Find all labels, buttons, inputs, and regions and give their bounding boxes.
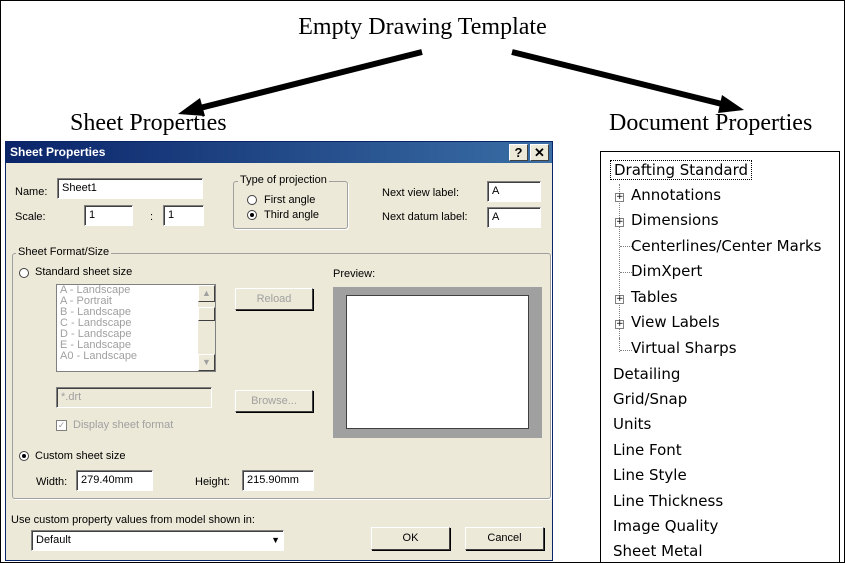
first-angle-radio[interactable]: [247, 195, 257, 205]
expand-plus-icon[interactable]: +: [615, 218, 624, 227]
name-input[interactable]: Sheet1: [57, 178, 203, 199]
cancel-button[interactable]: Cancel: [465, 527, 544, 550]
help-button[interactable]: ?: [509, 144, 528, 161]
tree-item-sheet-metal[interactable]: Sheet Metal: [613, 542, 703, 560]
sheet-size-list[interactable]: A - Landscape A - Portrait B - Landscape…: [56, 284, 216, 372]
next-view-input[interactable]: A: [487, 181, 541, 202]
scroll-thumb[interactable]: [198, 307, 215, 321]
tree-item-dimxpert[interactable]: DimXpert: [631, 262, 702, 280]
next-datum-input[interactable]: A: [487, 207, 541, 228]
expand-plus-icon[interactable]: +: [615, 295, 624, 304]
tree-item-centerlines[interactable]: Centerlines/Center Marks: [631, 237, 821, 255]
browse-button[interactable]: Browse...: [235, 390, 313, 412]
next-view-label: Next view label:: [382, 187, 460, 199]
scroll-down-icon[interactable]: ▼: [198, 354, 215, 371]
tree-item-line-thickness[interactable]: Line Thickness: [613, 492, 723, 510]
dialog-titlebar: Sheet Properties: [6, 142, 552, 163]
custom-property-select[interactable]: Default ▼: [31, 530, 284, 551]
sheet-properties-dialog: Sheet Properties ? ✕ Name: Sheet1 Scale:…: [5, 141, 553, 561]
custom-property-label: Use custom property values from model sh…: [11, 514, 255, 526]
tree-item-grid-snap[interactable]: Grid/Snap: [613, 390, 687, 408]
scroll-up-icon[interactable]: ▲: [198, 285, 215, 302]
reload-button[interactable]: Reload: [235, 288, 313, 310]
scale-separator: :: [150, 211, 154, 223]
list-scrollbar[interactable]: ▲ ▼: [198, 285, 215, 371]
preview-area: [333, 287, 542, 438]
scale-numerator-input[interactable]: 1: [84, 205, 133, 226]
tree-item-dimensions[interactable]: Dimensions: [631, 211, 719, 229]
tree-item-image-quality[interactable]: Image Quality: [613, 517, 718, 535]
scale-denominator-input[interactable]: 1: [163, 205, 204, 226]
tree-item-detailing[interactable]: Detailing: [613, 365, 680, 383]
tree-item-drafting-standard[interactable]: Drafting Standard: [610, 160, 753, 180]
custom-size-radio[interactable]: [19, 451, 29, 461]
third-angle-radio[interactable]: [247, 210, 257, 220]
tree-item-units[interactable]: Units: [613, 415, 651, 433]
expand-plus-icon[interactable]: +: [615, 193, 624, 202]
close-button[interactable]: ✕: [530, 144, 549, 161]
tree-guide-line: [619, 184, 620, 340]
standard-size-radio[interactable]: [19, 268, 29, 278]
preview-label: Preview:: [333, 268, 376, 280]
left-arrow-head: [178, 98, 205, 116]
width-input[interactable]: 279.40mm: [76, 470, 153, 491]
height-label: Height:: [195, 476, 230, 488]
tree-item-annotations[interactable]: Annotations: [631, 186, 721, 204]
display-format-checkbox[interactable]: ✓: [56, 420, 67, 431]
display-format-label: Display sheet format: [73, 419, 174, 431]
custom-property-value: Default: [36, 534, 71, 546]
tree-item-virtual-sharps[interactable]: Virtual Sharps: [631, 339, 737, 357]
ok-button[interactable]: OK: [371, 527, 450, 550]
custom-size-label: Custom sheet size: [35, 450, 126, 462]
tree-item-view-labels[interactable]: View Labels: [631, 313, 720, 331]
scale-label: Scale:: [15, 211, 46, 223]
left-arrow: [191, 49, 423, 113]
chevron-down-icon[interactable]: ▼: [271, 531, 280, 549]
list-item[interactable]: A0 - Landscape: [57, 351, 215, 362]
first-angle-label: First angle: [264, 194, 316, 206]
document-properties-tree: Drafting Standard + Annotations + Dimens…: [600, 151, 840, 562]
standard-size-label: Standard sheet size: [35, 266, 133, 278]
name-label: Name:: [15, 186, 48, 198]
tree-item-line-font[interactable]: Line Font: [613, 441, 682, 459]
tree-item-tables[interactable]: Tables: [631, 288, 678, 306]
dialog-title: Sheet Properties: [10, 145, 106, 159]
sheet-format-group-label: Sheet Format/Size: [16, 246, 112, 258]
tree-item-line-style[interactable]: Line Style: [613, 466, 687, 484]
next-datum-label: Next datum label:: [382, 211, 468, 223]
third-angle-label: Third angle: [264, 209, 320, 221]
projection-group-label: Type of projection: [238, 174, 329, 186]
format-file-input[interactable]: *.drt: [56, 387, 212, 408]
expand-plus-icon[interactable]: +: [615, 320, 624, 329]
height-input[interactable]: 215.90mm: [242, 470, 314, 491]
right-arrow: [511, 49, 731, 109]
right-arrow-head: [718, 95, 744, 113]
width-label: Width:: [36, 476, 68, 488]
preview-sheet: [346, 295, 529, 429]
